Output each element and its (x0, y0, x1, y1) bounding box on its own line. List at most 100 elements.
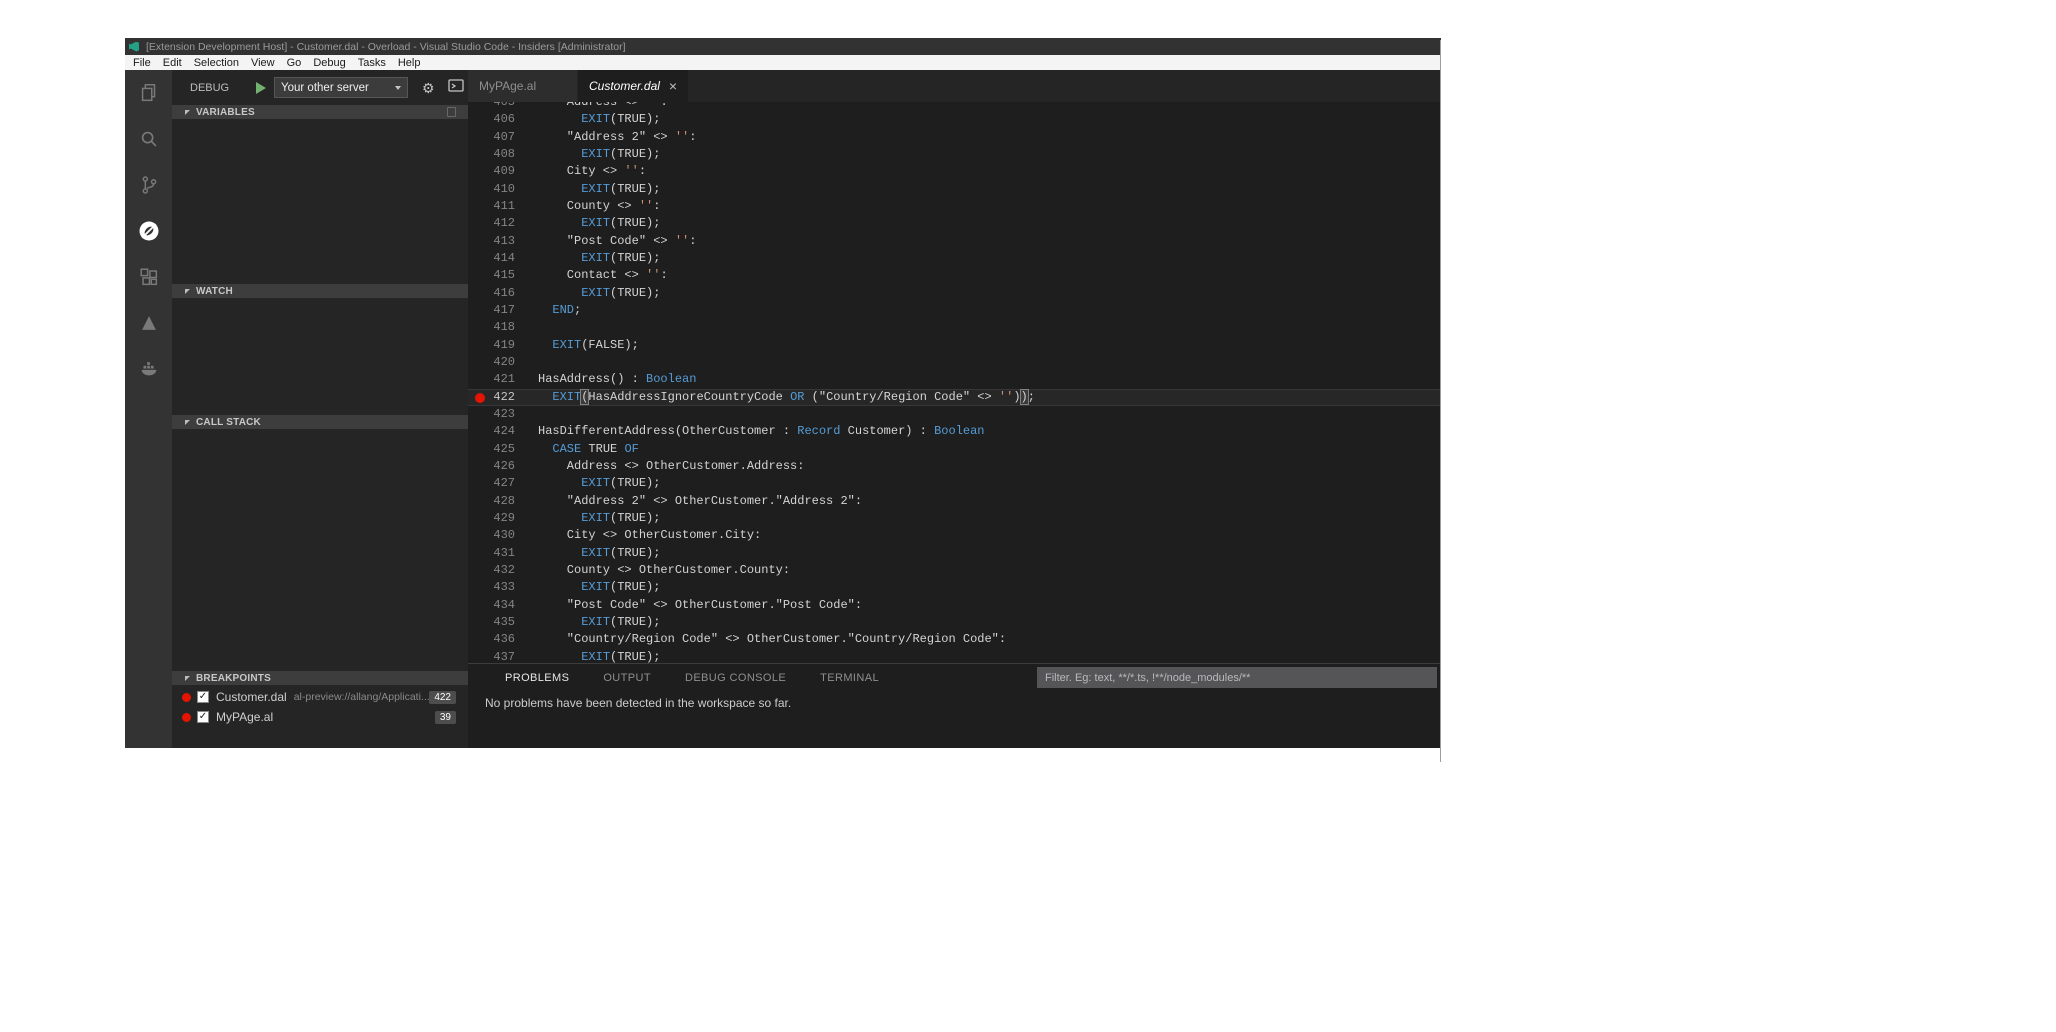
debug-console-icon[interactable] (448, 79, 464, 97)
code-text: EXIT(TRUE); (515, 510, 660, 527)
gear-icon[interactable]: ⚙ (422, 81, 435, 95)
section-watch[interactable]: WATCH (172, 284, 468, 298)
menu-tasks[interactable]: Tasks (352, 57, 392, 69)
line-number: 425 (468, 441, 515, 458)
panel-tab-output[interactable]: OUTPUT (603, 672, 651, 684)
code-text: EXIT(TRUE); (515, 111, 660, 128)
code-text: EXIT(TRUE); (515, 146, 660, 163)
menu-view[interactable]: View (245, 57, 281, 69)
code-line-429[interactable]: 429 EXIT(TRUE); (468, 510, 1441, 527)
twistie-icon (185, 289, 190, 294)
section-call-stack[interactable]: CALL STACK (172, 415, 468, 429)
breakpoint-checkbox[interactable] (197, 711, 209, 723)
code-text: EXIT(TRUE); (515, 215, 660, 232)
line-number: 424 (468, 423, 515, 440)
code-line-435[interactable]: 435 EXIT(TRUE); (468, 614, 1441, 631)
menu-file[interactable]: File (127, 57, 157, 69)
extensions-icon[interactable] (125, 254, 172, 300)
problems-filter-input[interactable] (1037, 667, 1437, 688)
docker-icon[interactable] (125, 346, 172, 392)
code-text: EXIT(TRUE); (515, 475, 660, 492)
code-line-423[interactable]: 423 (468, 406, 1441, 423)
code-line-428[interactable]: 428 "Address 2" <> OtherCustomer."Addres… (468, 493, 1441, 510)
start-debug-icon[interactable] (256, 82, 266, 94)
code-text: City <> OtherCustomer.City: (515, 527, 761, 544)
code-line-411[interactable]: 411 County <> '': (468, 198, 1441, 215)
panel-tab-debug-console[interactable]: DEBUG CONSOLE (685, 672, 786, 684)
code-line-408[interactable]: 408 EXIT(TRUE); (468, 146, 1441, 163)
line-number: 433 (468, 579, 515, 596)
code-line-407[interactable]: 407 "Address 2" <> '': (468, 129, 1441, 146)
code-line-420[interactable]: 420 (468, 354, 1441, 371)
tab-mypage-al[interactable]: MyPAge.al (468, 70, 578, 102)
menu-go[interactable]: Go (281, 57, 308, 69)
problems-message: No problems have been detected in the wo… (485, 696, 791, 710)
menu-help[interactable]: Help (392, 57, 427, 69)
code-line-410[interactable]: 410 EXIT(TRUE); (468, 181, 1441, 198)
line-number: 429 (468, 510, 515, 527)
code-text: EXIT(TRUE); (515, 181, 660, 198)
panel-tab-terminal[interactable]: TERMINAL (820, 672, 879, 684)
lock-icon[interactable] (447, 107, 456, 117)
code-line-416[interactable]: 416 EXIT(TRUE); (468, 285, 1441, 302)
explorer-icon[interactable] (125, 70, 172, 116)
line-number: 427 (468, 475, 515, 492)
tab-customer-dal[interactable]: Customer.dal × (578, 70, 688, 102)
breakpoint-dot-icon[interactable] (475, 393, 485, 403)
line-number: 413 (468, 233, 515, 250)
search-icon[interactable] (125, 116, 172, 162)
breakpoint-row[interactable]: Customer.dal al-preview://allang/Applica… (172, 687, 468, 707)
section-variables-label: VARIABLES (196, 107, 255, 118)
code-text: Address <> OtherCustomer.Address: (515, 458, 804, 475)
code-line-409[interactable]: 409 City <> '': (468, 163, 1441, 180)
code-line-432[interactable]: 432 County <> OtherCustomer.County: (468, 562, 1441, 579)
code-text: EXIT(TRUE); (515, 250, 660, 267)
line-number: 416 (468, 285, 515, 302)
code-line-417[interactable]: 417 END; (468, 302, 1441, 319)
code-text: Address <> '': (515, 102, 668, 111)
code-text: EXIT(TRUE); (515, 285, 660, 302)
breakpoint-file: MyPAge.al (216, 710, 273, 724)
line-number: 405 (468, 102, 515, 111)
code-line-412[interactable]: 412 EXIT(TRUE); (468, 215, 1441, 232)
code-line-421[interactable]: 421HasAddress() : Boolean (468, 371, 1441, 388)
breakpoint-checkbox[interactable] (197, 691, 209, 703)
code-line-405[interactable]: 405 Address <> '': (468, 102, 1441, 111)
code-line-433[interactable]: 433 EXIT(TRUE); (468, 579, 1441, 596)
code-line-422[interactable]: 422 EXIT(HasAddressIgnoreCountryCode OR … (468, 389, 1441, 406)
panel-tab-problems[interactable]: PROBLEMS (505, 672, 569, 684)
debug-config-dropdown[interactable]: Your other server (274, 77, 408, 98)
line-number: 406 (468, 111, 515, 128)
code-line-406[interactable]: 406 EXIT(TRUE); (468, 111, 1441, 128)
source-control-icon[interactable] (125, 162, 172, 208)
debug-icon[interactable] (125, 208, 172, 254)
breakpoint-dot-icon (182, 713, 191, 722)
code-line-427[interactable]: 427 EXIT(TRUE); (468, 475, 1441, 492)
section-variables[interactable]: VARIABLES (172, 105, 468, 119)
code-line-414[interactable]: 414 EXIT(TRUE); (468, 250, 1441, 267)
menu-debug[interactable]: Debug (307, 57, 351, 69)
code-line-419[interactable]: 419 EXIT(FALSE); (468, 337, 1441, 354)
breakpoint-line-badge: 422 (429, 691, 456, 704)
code-line-430[interactable]: 430 City <> OtherCustomer.City: (468, 527, 1441, 544)
code-line-436[interactable]: 436 "Country/Region Code" <> OtherCustom… (468, 631, 1441, 648)
code-line-415[interactable]: 415 Contact <> '': (468, 267, 1441, 284)
close-icon[interactable]: × (669, 79, 677, 93)
code-line-431[interactable]: 431 EXIT(TRUE); (468, 545, 1441, 562)
code-line-437[interactable]: 437 EXIT(TRUE); (468, 649, 1441, 664)
menu-edit[interactable]: Edit (157, 57, 188, 69)
code-line-418[interactable]: 418 (468, 319, 1441, 336)
code-line-426[interactable]: 426 Address <> OtherCustomer.Address: (468, 458, 1441, 475)
code-line-424[interactable]: 424HasDifferentAddress(OtherCustomer : R… (468, 423, 1441, 440)
menu-selection[interactable]: Selection (188, 57, 245, 69)
section-breakpoints[interactable]: BREAKPOINTS (172, 671, 468, 685)
code-line-434[interactable]: 434 "Post Code" <> OtherCustomer."Post C… (468, 597, 1441, 614)
code-editor[interactable]: 405 Address <> '':406 EXIT(TRUE);407 "Ad… (468, 102, 1441, 663)
debug-toolbar: DEBUG Your other server ⚙ (172, 70, 468, 105)
line-number: 435 (468, 614, 515, 631)
line-number: 430 (468, 527, 515, 544)
code-line-413[interactable]: 413 "Post Code" <> '': (468, 233, 1441, 250)
azure-triangle-icon[interactable] (125, 300, 172, 346)
code-line-425[interactable]: 425 CASE TRUE OF (468, 441, 1441, 458)
breakpoint-row[interactable]: MyPAge.al 39 (172, 707, 468, 727)
